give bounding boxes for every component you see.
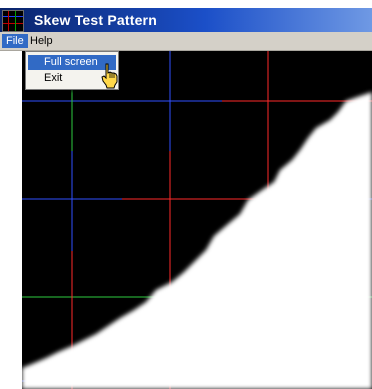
hand-pointer-icon: [101, 63, 118, 89]
app-window: Skew Test Pattern File Help Full screen …: [0, 0, 372, 389]
